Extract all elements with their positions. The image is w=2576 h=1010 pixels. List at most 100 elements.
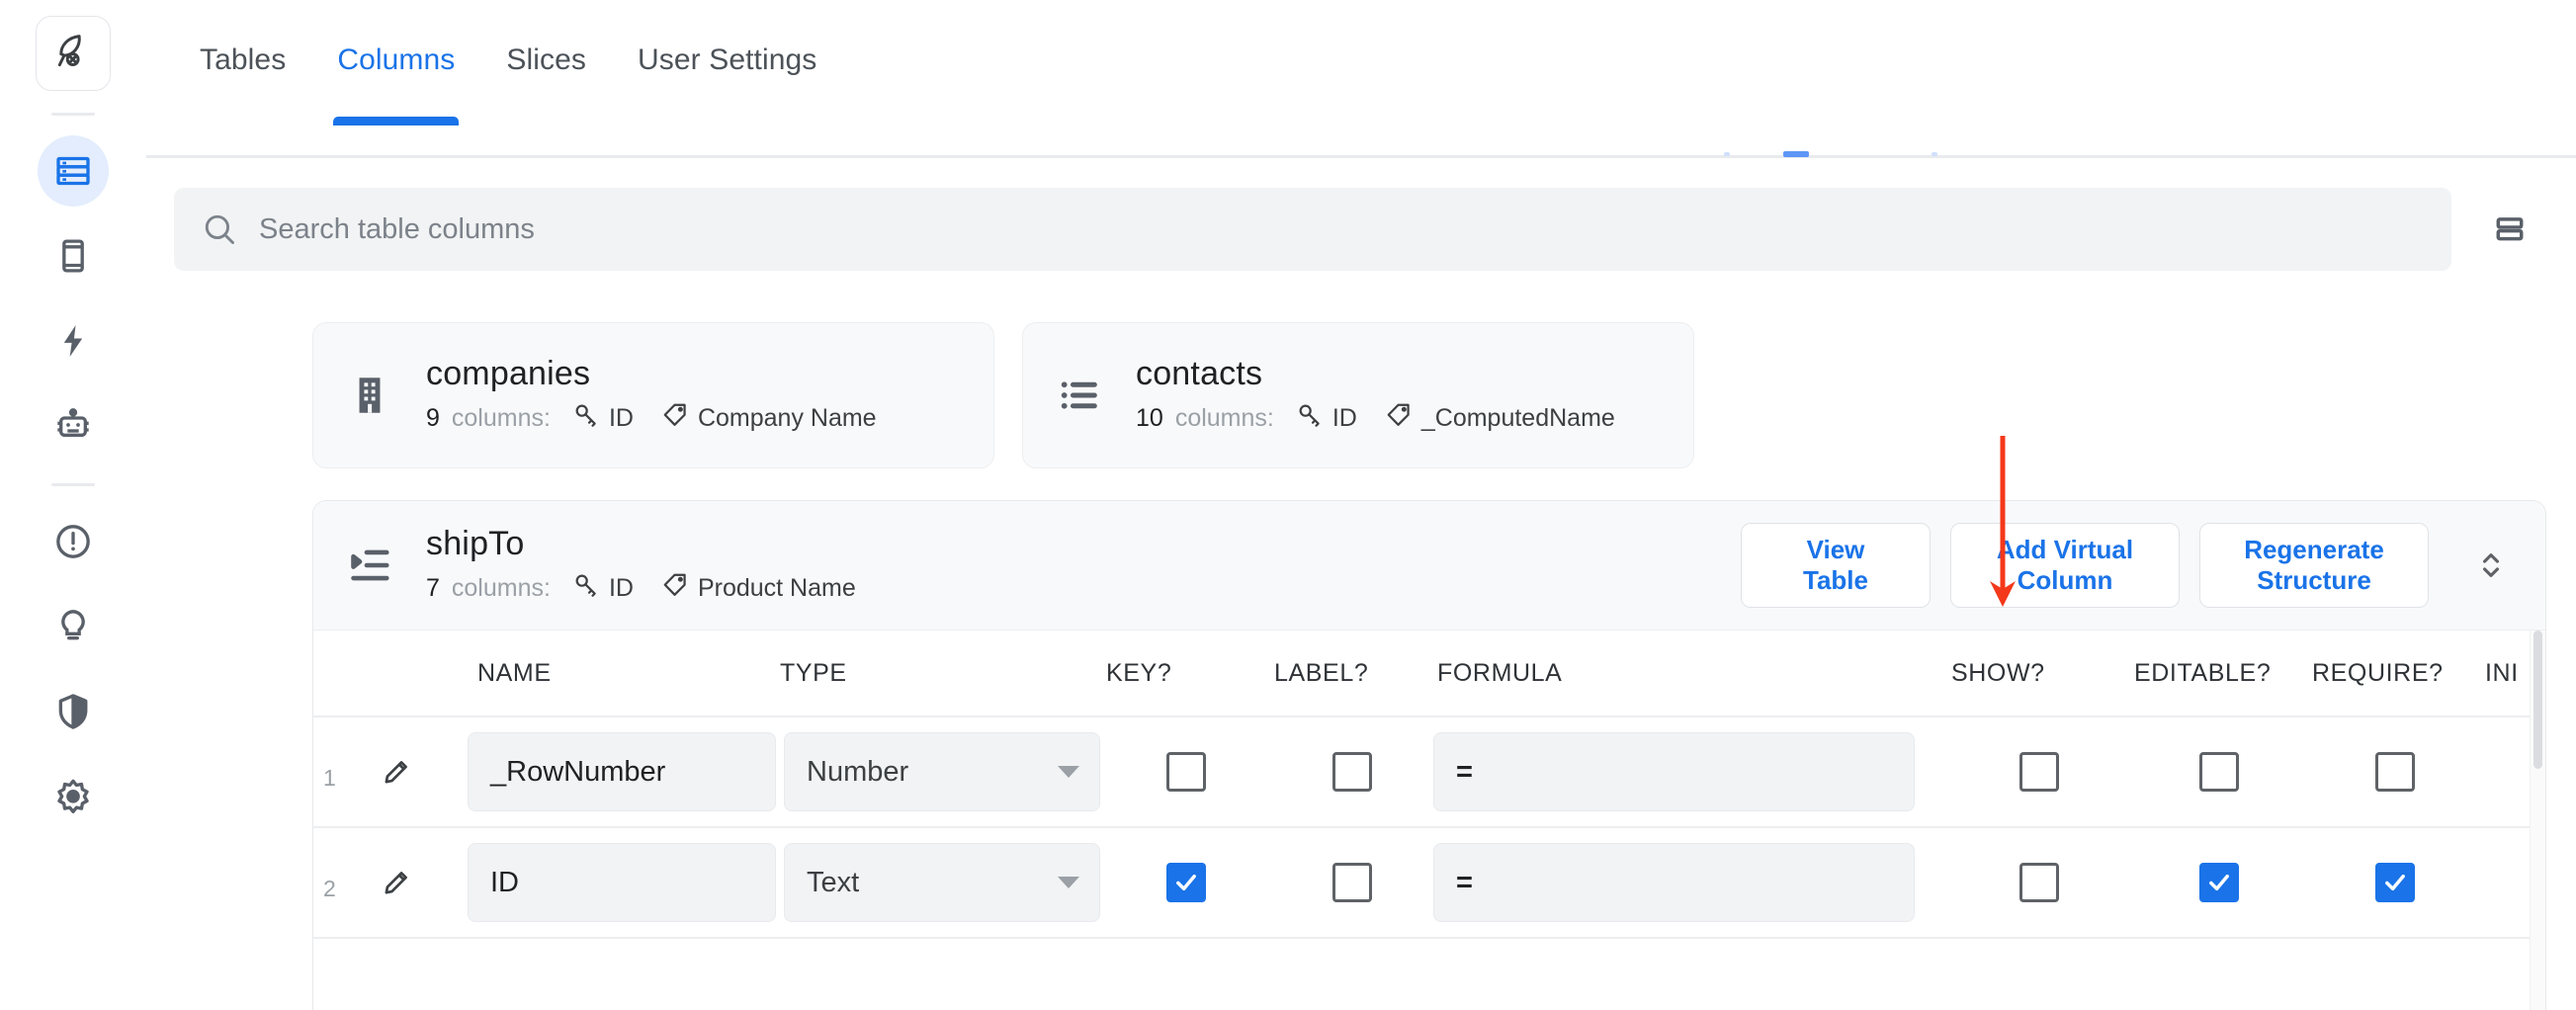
rail-divider-top: [51, 113, 95, 116]
pencil-icon[interactable]: [379, 867, 412, 898]
row-edit-cell[interactable]: [379, 867, 440, 898]
split-view-icon[interactable]: [2473, 193, 2546, 266]
row-index: 1: [323, 764, 336, 791]
column-name-cell[interactable]: ID: [440, 843, 776, 922]
table-summary: 10 columns: ID _ComputedName: [1136, 401, 1631, 436]
gear-icon: [53, 777, 93, 816]
search-icon: [202, 211, 237, 247]
column-name-input[interactable]: ID: [468, 843, 776, 922]
tab-user-settings[interactable]: User Settings: [612, 43, 842, 123]
show-checkbox[interactable]: [2018, 863, 2059, 902]
columns-grid: NAME TYPE KEY? LABEL? FORMULA SHOW? EDIT…: [313, 631, 2545, 1010]
tab-columns[interactable]: Columns: [311, 43, 480, 126]
sidebar-item-insights[interactable]: [38, 591, 109, 662]
key-cell[interactable]: [1102, 863, 1270, 902]
table-summary: 7 columns: ID Product Name: [426, 571, 872, 606]
key-checkbox[interactable]: [1166, 752, 1206, 792]
table-name: shipTo: [426, 525, 525, 562]
lightning-bolt-icon: [54, 322, 92, 360]
formula-input[interactable]: =: [1433, 732, 1915, 811]
add-virtual-column-button[interactable]: Add Virtual Column: [1950, 523, 2180, 608]
require-checkbox[interactable]: [2374, 863, 2415, 902]
key-cell[interactable]: [1102, 752, 1270, 792]
column-name-cell[interactable]: _RowNumber: [440, 732, 776, 811]
table-card-companies[interactable]: companies 9 columns: ID Company Name: [312, 322, 994, 468]
columns-label: columns:: [451, 574, 551, 602]
formula-input[interactable]: =: [1433, 843, 1915, 922]
label-checkbox[interactable]: [1331, 752, 1372, 792]
tag-icon: [1385, 401, 1413, 436]
show-cell[interactable]: [1947, 863, 2130, 902]
key-column: ID: [572, 571, 634, 606]
column-type-cell[interactable]: Number: [776, 732, 1102, 811]
lightbulb-icon: [53, 607, 93, 646]
table-panel-shipto: shipTo 7 columns: ID Product Name View T…: [312, 500, 2546, 1010]
sidebar-item-errors[interactable]: [38, 506, 109, 577]
formula-cell[interactable]: =: [1433, 843, 1947, 922]
chevron-down-icon: [1058, 877, 1079, 888]
sidebar-item-security[interactable]: [38, 676, 109, 747]
grid-vertical-scrollbar[interactable]: [2530, 631, 2545, 1010]
grid-header-key: KEY?: [1106, 658, 1172, 687]
editable-checkbox[interactable]: [2199, 863, 2239, 902]
key-column-name: ID: [608, 404, 634, 432]
app-logo[interactable]: [36, 16, 111, 91]
column-type-select[interactable]: Text: [784, 843, 1100, 922]
label-column-name: Product Name: [697, 574, 856, 602]
sidebar-item-settings[interactable]: [38, 761, 109, 832]
sidebar-item-intelligence[interactable]: [38, 390, 109, 462]
search-input[interactable]: [259, 212, 2424, 246]
key-icon: [572, 401, 600, 436]
label-checkbox[interactable]: [1331, 863, 1372, 902]
row-index: 2: [323, 875, 336, 901]
search-box[interactable]: [174, 188, 2451, 271]
column-name-input[interactable]: _RowNumber: [468, 732, 776, 811]
key-checkbox[interactable]: [1166, 863, 1206, 902]
tag-icon: [661, 401, 689, 436]
tab-tables[interactable]: Tables: [174, 43, 311, 123]
table-row[interactable]: 2 ID Text =: [313, 828, 2545, 939]
editable-cell[interactable]: [2130, 752, 2308, 792]
table-name: companies: [426, 355, 591, 392]
sidebar-item-app-preview[interactable]: [38, 220, 109, 292]
tab-slices[interactable]: Slices: [480, 43, 612, 123]
offscreen-tab-indicator: [1783, 151, 1809, 157]
pencil-icon[interactable]: [379, 756, 412, 788]
key-column-name: ID: [1331, 404, 1357, 432]
shield-icon: [53, 692, 93, 731]
editable-cell[interactable]: [2130, 863, 2308, 902]
formula-cell[interactable]: =: [1433, 732, 1947, 811]
column-type-select[interactable]: Number: [784, 732, 1100, 811]
rail-divider-bottom: [51, 483, 95, 486]
rocket-icon: [52, 31, 94, 77]
label-column: _ComputedName: [1385, 401, 1615, 436]
regenerate-structure-button[interactable]: Regenerate Structure: [2199, 523, 2429, 608]
columns-label: columns:: [1174, 404, 1274, 432]
show-cell[interactable]: [1947, 752, 2130, 792]
label-column: Company Name: [661, 401, 877, 436]
column-count: 10: [1136, 404, 1163, 432]
editable-checkbox[interactable]: [2199, 752, 2239, 792]
label-cell[interactable]: [1270, 863, 1433, 902]
column-count: 7: [426, 574, 440, 602]
table-card-contacts[interactable]: contacts 10 columns: ID _ComputedName: [1022, 322, 1694, 468]
offscreen-marker-left: [1724, 152, 1730, 156]
sidebar-item-automation[interactable]: [38, 305, 109, 377]
grid-header-label: LABEL?: [1274, 658, 1369, 687]
row-edit-cell[interactable]: [379, 756, 440, 788]
column-type-cell[interactable]: Text: [776, 843, 1102, 922]
mobile-device-icon: [54, 237, 92, 275]
require-cell[interactable]: [2308, 752, 2481, 792]
require-checkbox[interactable]: [2374, 752, 2415, 792]
show-checkbox[interactable]: [2018, 752, 2059, 792]
sidebar-item-data[interactable]: [38, 135, 109, 207]
expand-collapse-chevron-icon[interactable]: [2462, 537, 2520, 594]
tag-icon: [661, 571, 689, 606]
database-table-icon: [53, 151, 93, 191]
view-table-button[interactable]: View Table: [1741, 523, 1931, 608]
scrollbar-thumb[interactable]: [2533, 631, 2542, 769]
table-row[interactable]: 1 _RowNumber Number =: [313, 717, 2545, 828]
label-cell[interactable]: [1270, 752, 1433, 792]
key-column: ID: [572, 401, 634, 436]
require-cell[interactable]: [2308, 863, 2481, 902]
